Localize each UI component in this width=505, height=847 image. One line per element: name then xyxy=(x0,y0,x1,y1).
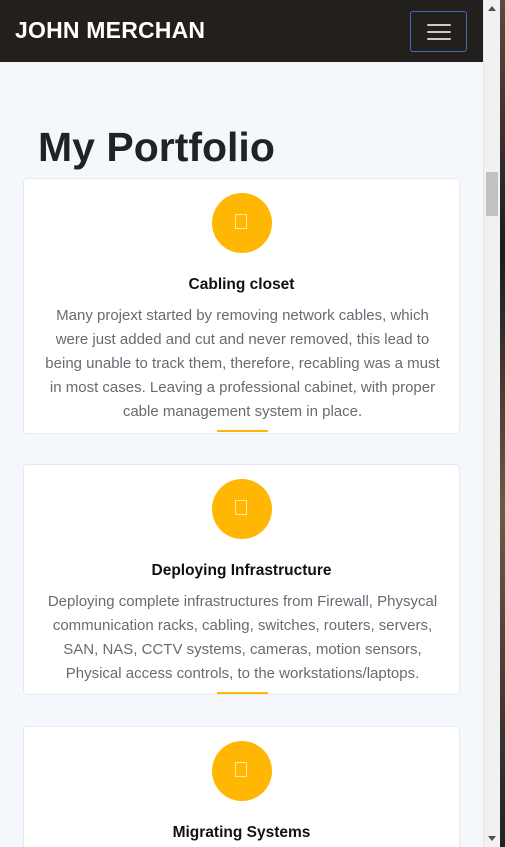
card-description: Many projext started by removing network… xyxy=(45,307,440,420)
scroll-up-arrow-icon[interactable] xyxy=(488,6,496,11)
brand-link[interactable]: JOHN MERCHAN xyxy=(15,17,205,44)
scrollbar-thumb[interactable] xyxy=(486,172,498,216)
background-image-strip xyxy=(500,0,505,847)
placeholder-glyph-icon xyxy=(235,500,247,515)
placeholder-glyph-icon xyxy=(235,214,247,229)
card-description: Deploying complete infrastructures from … xyxy=(47,593,438,682)
card-accent-line xyxy=(217,692,268,694)
portfolio-card: Cabling closet Many projext started by r… xyxy=(23,178,460,434)
card-title: Migrating Systems xyxy=(172,824,311,841)
card-icon-circle xyxy=(212,741,272,801)
page-title: My Portfolio xyxy=(38,124,275,170)
card-accent-line xyxy=(217,430,268,432)
placeholder-glyph-icon xyxy=(235,762,247,777)
navbar: JOHN MERCHAN xyxy=(0,0,483,62)
card-icon-circle xyxy=(212,193,272,253)
portfolio-card: Deploying Infrastructure Deploying compl… xyxy=(23,464,460,695)
page-viewport: JOHN MERCHAN My Portfolio Cabling closet… xyxy=(0,0,483,847)
card-icon-circle xyxy=(212,479,272,539)
vertical-scrollbar[interactable] xyxy=(483,0,500,847)
card-title: Deploying Infrastructure xyxy=(151,562,332,579)
scroll-down-arrow-icon[interactable] xyxy=(488,836,496,841)
portfolio-card: Migrating Systems xyxy=(23,726,460,847)
card-title: Cabling closet xyxy=(188,276,295,293)
navbar-toggler-button[interactable] xyxy=(410,11,467,52)
